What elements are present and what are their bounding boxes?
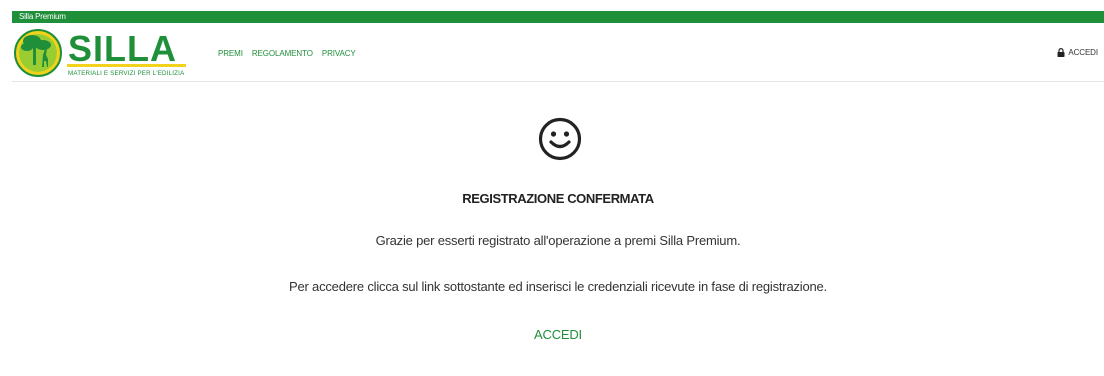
login-instructions: Per accedere clicca sul link sottostante… [289,279,827,294]
login-link[interactable]: ACCEDI [1057,48,1098,57]
nav-privacy[interactable]: PRIVACY [322,49,356,58]
main-nav: PREMI REGOLAMENTO PRIVACY [218,49,356,58]
top-bar-title: Silla Premium [19,12,66,21]
top-bar: Silla Premium [12,11,1104,23]
header: SILLA MATERIALI E SERVIZI PER L'EDILIZIA… [12,23,1104,82]
silla-logo[interactable]: SILLA MATERIALI E SERVIZI PER L'EDILIZIA [12,27,190,79]
confirmation-title: REGISTRAZIONE CONFERMATA [462,191,654,206]
lock-icon [1057,48,1065,57]
nav-regolamento[interactable]: REGOLAMENTO [252,49,313,58]
cta-container: ACCEDI [12,326,1104,344]
left-gutter [0,0,12,376]
nav-premi[interactable]: PREMI [218,49,243,58]
accedi-link[interactable]: ACCEDI [534,327,582,342]
svg-text:MATERIALI E SERVIZI PER L'EDIL: MATERIALI E SERVIZI PER L'EDILIZIA [68,70,185,77]
thank-you-message: Grazie per esserti registrato all'operaz… [375,233,741,248]
svg-text:SILLA: SILLA [68,28,177,69]
smiley-icon [538,117,582,161]
page: Silla Premium SILLA MATERIALI E SERVIZI … [0,0,1104,376]
login-label: ACCEDI [1068,48,1098,57]
